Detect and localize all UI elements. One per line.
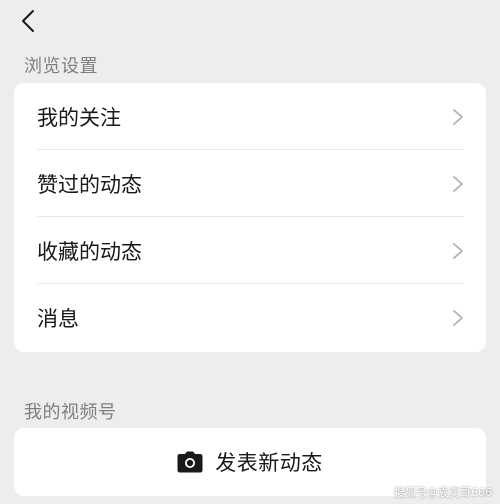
settings-item-liked-moments[interactable]: 赞过的动态 bbox=[14, 150, 486, 217]
settings-item-label: 收藏的动态 bbox=[37, 239, 142, 264]
settings-item-messages[interactable]: 消息 bbox=[14, 284, 486, 351]
settings-item-label: 赞过的动态 bbox=[37, 172, 142, 197]
camera-icon bbox=[177, 451, 203, 473]
settings-item-my-follows[interactable]: 我的关注 bbox=[14, 83, 486, 150]
settings-item-favorited-moments[interactable]: 收藏的动态 bbox=[14, 217, 486, 284]
browse-settings-card: 我的关注 赞过的动态 收藏的动态 消息 bbox=[14, 83, 486, 352]
browse-settings-title: 浏览设置 bbox=[24, 56, 98, 77]
publish-label: 发表新动态 bbox=[215, 451, 323, 475]
back-button[interactable] bbox=[14, 6, 42, 36]
watermark: 搜狐号@袁奕哥666 bbox=[394, 486, 492, 499]
chevron-left-icon bbox=[22, 10, 34, 32]
settings-item-label: 我的关注 bbox=[37, 105, 121, 130]
settings-item-label: 消息 bbox=[37, 306, 79, 331]
chevron-right-icon bbox=[453, 309, 463, 326]
chevron-right-icon bbox=[453, 242, 463, 259]
chevron-right-icon bbox=[453, 108, 463, 125]
my-channel-title: 我的视频号 bbox=[24, 402, 117, 423]
chevron-right-icon bbox=[453, 175, 463, 192]
